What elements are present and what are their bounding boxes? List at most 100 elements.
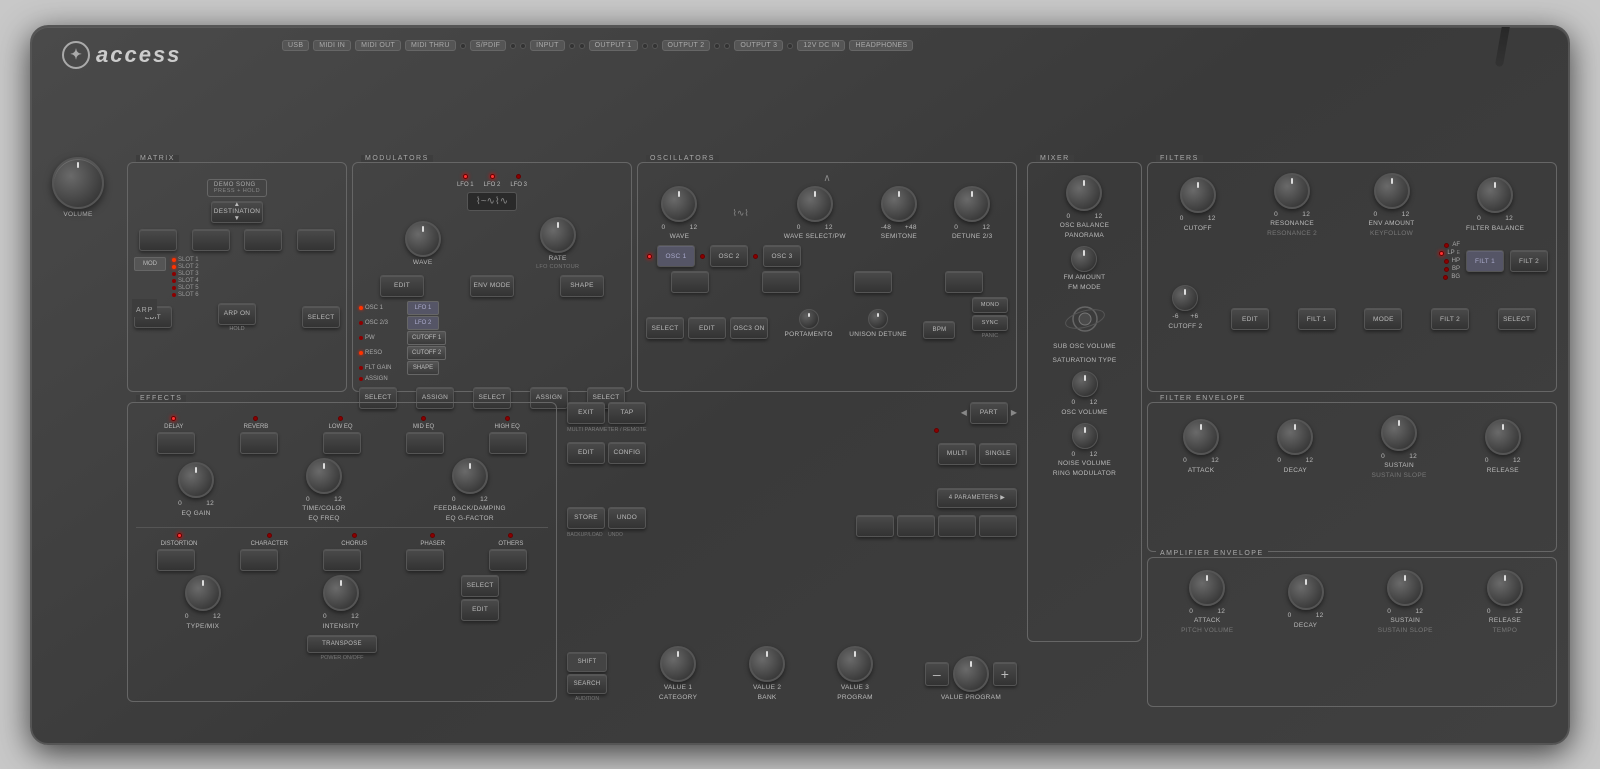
value3-knob[interactable] [837, 646, 873, 682]
volume-knob[interactable] [52, 157, 104, 209]
fm-amount-knob[interactable] [1071, 246, 1097, 272]
filter-select-btn[interactable]: SELECT [1498, 308, 1536, 330]
aenv-sustain-knob[interactable] [1387, 570, 1423, 606]
unison-detune-knob[interactable] [868, 309, 888, 329]
aenv-release-knob[interactable] [1487, 570, 1523, 606]
osc-btn-1[interactable] [671, 271, 709, 293]
matrix-btn-3[interactable] [244, 229, 282, 251]
sync-btn[interactable]: SYNC [972, 315, 1008, 331]
noise-volume-knob[interactable] [1072, 423, 1098, 449]
bank-btn-4[interactable] [979, 515, 1017, 537]
undo-btn[interactable]: UNDO [608, 507, 646, 529]
plus-btn[interactable]: + [993, 662, 1017, 686]
osc-semitone-knob[interactable] [881, 186, 917, 222]
fx2-btn-1[interactable] [157, 549, 195, 571]
osc3-btn[interactable]: OSC 3 [763, 245, 801, 267]
output3-connector: OUTPUT 3 [734, 40, 783, 51]
mode-btn[interactable]: MODE [1364, 308, 1402, 330]
fx-btn-1[interactable] [157, 432, 195, 454]
fx2-btn-2[interactable] [240, 549, 278, 571]
mono-btn[interactable]: MONO [972, 297, 1008, 313]
osc-wave-select-knob[interactable] [797, 186, 833, 222]
fx-knob1[interactable] [178, 462, 214, 498]
cutoff2-knob[interactable] [1172, 285, 1198, 311]
config-btn[interactable]: CONFIG [608, 442, 646, 464]
osc-balance-knob[interactable] [1066, 175, 1102, 211]
lfo-wave-knob[interactable] [405, 221, 441, 257]
minus-btn[interactable]: – [925, 662, 949, 686]
l2-led [652, 43, 658, 49]
bank-btn-3[interactable] [938, 515, 976, 537]
resonance-knob[interactable] [1274, 173, 1310, 209]
filt2-btn[interactable]: FILT 2 [1431, 308, 1469, 330]
fx-btn-5[interactable] [489, 432, 527, 454]
value2-knob[interactable] [749, 646, 785, 682]
filter-balance-knob[interactable] [1477, 177, 1513, 213]
fx-type-mix-knob[interactable] [185, 575, 221, 611]
shape-btn[interactable]: SHAPE [560, 275, 604, 297]
value-prog-knob[interactable] [953, 656, 989, 692]
osc-detune-knob[interactable] [954, 186, 990, 222]
osc2-btn[interactable]: OSC 2 [710, 245, 748, 267]
osc-wave-knob[interactable] [661, 186, 697, 222]
fx-knob2[interactable] [306, 458, 342, 494]
aenv-attack-knob[interactable] [1189, 570, 1225, 606]
matrix-btn-4[interactable] [297, 229, 335, 251]
osc-btn-4[interactable] [945, 271, 983, 293]
bank-btn-1[interactable] [856, 515, 894, 537]
transpose-btn[interactable]: TRANSPOSE [307, 635, 377, 653]
fx-knob3[interactable] [452, 458, 488, 494]
fx-btn-4[interactable] [406, 432, 444, 454]
filt1-type-btn[interactable]: FILT 1 [1466, 250, 1504, 272]
portamento-knob[interactable] [799, 309, 819, 329]
mod-edit-btn[interactable]: EDIT [380, 275, 424, 297]
filt2-type-btn[interactable]: FILT 2 [1510, 250, 1548, 272]
usb-connector[interactable]: USB [282, 40, 309, 51]
osc-edit-btn[interactable]: EDIT [688, 317, 726, 339]
env-mode-btn[interactable]: ENV MODE [470, 275, 514, 297]
lfo-rate-knob[interactable] [540, 217, 576, 253]
matrix-select-btn[interactable]: SELECT [302, 306, 340, 328]
osc3-on-btn[interactable]: OSC3 ON [730, 317, 768, 339]
single-btn[interactable]: SINGLE [979, 443, 1017, 465]
fx-intensity-knob[interactable] [323, 575, 359, 611]
edit-btn[interactable]: EDIT [567, 442, 605, 464]
matrix-btn-2[interactable] [192, 229, 230, 251]
osc1-btn[interactable]: OSC 1 [657, 245, 695, 267]
arp-on-btn[interactable]: ARP ON [218, 303, 256, 325]
fenv-release-knob[interactable] [1485, 419, 1521, 455]
bank-btn-2[interactable] [897, 515, 935, 537]
part-btn[interactable]: PART [970, 402, 1008, 424]
matrix-btn-1[interactable] [139, 229, 177, 251]
fenv-sustain-knob[interactable] [1381, 415, 1417, 451]
destination-button[interactable]: ▲ DESTINATION ▼ [211, 201, 263, 223]
fx2-btn-5[interactable] [489, 549, 527, 571]
aenv-decay-knob[interactable] [1288, 574, 1324, 610]
store-btn[interactable]: STORE [567, 507, 605, 529]
fx2-btn-4[interactable] [406, 549, 444, 571]
fx-select-btn[interactable]: SELECT [461, 575, 499, 597]
search-btn[interactable]: SEARCH [567, 674, 607, 694]
shift-btn[interactable]: SHIFT [567, 652, 607, 672]
fx-btn-2[interactable] [240, 432, 278, 454]
fenv-decay-knob[interactable] [1277, 419, 1313, 455]
cutoff-knob[interactable] [1180, 177, 1216, 213]
filt1-btn[interactable]: FILT 1 [1298, 308, 1336, 330]
fx-edit-btn[interactable]: EDIT [461, 599, 499, 621]
fx2-btn-3[interactable] [323, 549, 361, 571]
osc-btn-3[interactable] [854, 271, 892, 293]
bpm-btn[interactable]: BPM [923, 321, 955, 339]
osc-volume-knob[interactable] [1072, 371, 1098, 397]
osc-select-btn[interactable]: SELECT [646, 317, 684, 339]
multi-btn[interactable]: MULTI [938, 443, 976, 465]
exit-btn[interactable]: EXIT [567, 402, 605, 424]
filter-edit-btn[interactable]: EDIT [1231, 308, 1269, 330]
brand-name: access [96, 42, 181, 68]
param-bank-btn[interactable]: 4 PARAMETERS ▶ [937, 488, 1017, 508]
env-amount-knob[interactable] [1374, 173, 1410, 209]
tap-btn[interactable]: TAP [608, 402, 646, 424]
osc-btn-2[interactable] [762, 271, 800, 293]
fx-btn-3[interactable] [323, 432, 361, 454]
fenv-attack-knob[interactable] [1183, 419, 1219, 455]
value1-knob[interactable] [660, 646, 696, 682]
